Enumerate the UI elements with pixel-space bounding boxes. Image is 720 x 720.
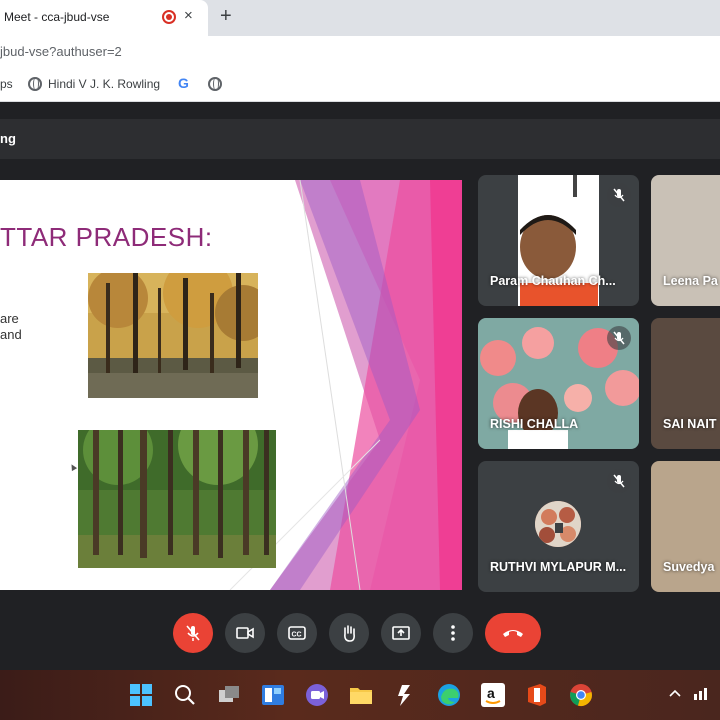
tab-strip: Meet - cca-jbud-vse × + (0, 0, 720, 36)
bookmark-label: Hindi V J. K. Rowling (48, 77, 161, 91)
participant-name: SAI NAIT (663, 417, 717, 431)
participant-name: Suvedya (663, 560, 715, 574)
network-icon[interactable] (692, 684, 712, 702)
amazon-icon[interactable]: a (480, 682, 506, 708)
windows-taskbar: a (0, 670, 720, 720)
mic-off-icon (607, 469, 631, 493)
mic-off-icon (607, 183, 631, 207)
present-icon (392, 626, 410, 640)
participant-tile[interactable]: Leena Pa (651, 175, 720, 306)
browser-tab-meet[interactable]: Meet - cca-jbud-vse × (0, 0, 208, 36)
raise-hand-icon (344, 625, 355, 642)
end-call-button[interactable] (485, 613, 541, 653)
svg-text:a: a (487, 685, 495, 701)
office-icon[interactable] (524, 682, 550, 708)
chat-icon[interactable] (304, 682, 330, 708)
bookmark-globe[interactable] (208, 77, 228, 91)
raise-hand-button[interactable] (329, 613, 369, 653)
captions-icon: CC (288, 626, 306, 640)
participant-name: RISHI CHALLA (490, 417, 579, 431)
meet-header: ng (0, 119, 720, 159)
search-icon[interactable] (172, 682, 198, 708)
google-icon: G (178, 75, 189, 91)
forest-photo-autumn (88, 273, 258, 398)
more-options-icon (451, 625, 455, 641)
slide-title: TTAR PRADESH: (0, 222, 213, 252)
participant-tile[interactable]: RISHI CHALLA (478, 318, 639, 449)
widgets-icon[interactable] (260, 682, 286, 708)
participant-name: Leena Pa (663, 274, 718, 288)
windows-start-icon[interactable] (128, 682, 154, 708)
bookmark-google[interactable]: G (178, 75, 189, 91)
mic-toggle-button[interactable] (173, 613, 213, 653)
bookmark-label: ps (0, 77, 13, 91)
chevron-up-icon[interactable] (666, 684, 684, 702)
globe-icon (28, 77, 42, 91)
close-tab-icon[interactable]: × (184, 8, 193, 24)
chrome-icon[interactable] (568, 682, 594, 708)
screen: Meet - cca-jbud-vse × + jbud-vse?authuse… (0, 0, 720, 720)
task-view-icon[interactable] (216, 682, 242, 708)
new-tab-button[interactable]: + (220, 4, 232, 28)
participant-tile[interactable]: Param Chauhan Ch... (478, 175, 639, 306)
present-screen-button[interactable] (381, 613, 421, 653)
participant-tile[interactable]: RUTHVI MYLAPUR M... (478, 461, 639, 592)
camera-toggle-button[interactable] (225, 613, 265, 653)
camera-icon (236, 627, 254, 639)
address-bar[interactable]: jbud-vse?authuser=2 (0, 36, 720, 68)
participant-tile[interactable]: SAI NAIT (651, 318, 720, 449)
mic-off-icon (186, 625, 200, 641)
slide-text-line: are (0, 311, 19, 326)
end-call-icon (503, 630, 523, 637)
svg-text:CC: CC (292, 632, 302, 639)
meet-window: ng TTAR PRADESH: are and Param Chauhan C… (0, 103, 720, 670)
captions-button[interactable]: CC (277, 613, 317, 653)
more-options-button[interactable] (433, 613, 473, 653)
presentation-slide: TTAR PRADESH: are and (0, 180, 462, 590)
globe-icon (208, 77, 222, 91)
recording-icon (162, 10, 176, 24)
slide-text: are and (0, 311, 22, 343)
forest-photo-green (78, 430, 276, 568)
tab-title: Meet - cca-jbud-vse (4, 10, 110, 24)
edge-dev-icon[interactable] (392, 682, 418, 708)
participant-tile[interactable]: Suvedya (651, 461, 720, 592)
participant-name: RUTHVI MYLAPUR M... (490, 560, 627, 574)
url-text[interactable]: jbud-vse?authuser=2 (0, 44, 122, 59)
bookmark-hindi-rowling[interactable]: Hindi V J. K. Rowling (28, 77, 160, 91)
presentation-owner-label: ng (0, 131, 16, 146)
participant-name: Param Chauhan Ch... (490, 274, 616, 288)
bookmark-apps[interactable]: ps (0, 77, 13, 91)
bookmarks-bar: ps Hindi V J. K. Rowling G (0, 68, 720, 102)
edge-icon[interactable] (436, 682, 462, 708)
mic-off-icon (607, 326, 631, 350)
file-explorer-icon[interactable] (348, 682, 374, 708)
slide-text-line: and (0, 327, 22, 342)
participant-avatar (535, 501, 581, 547)
